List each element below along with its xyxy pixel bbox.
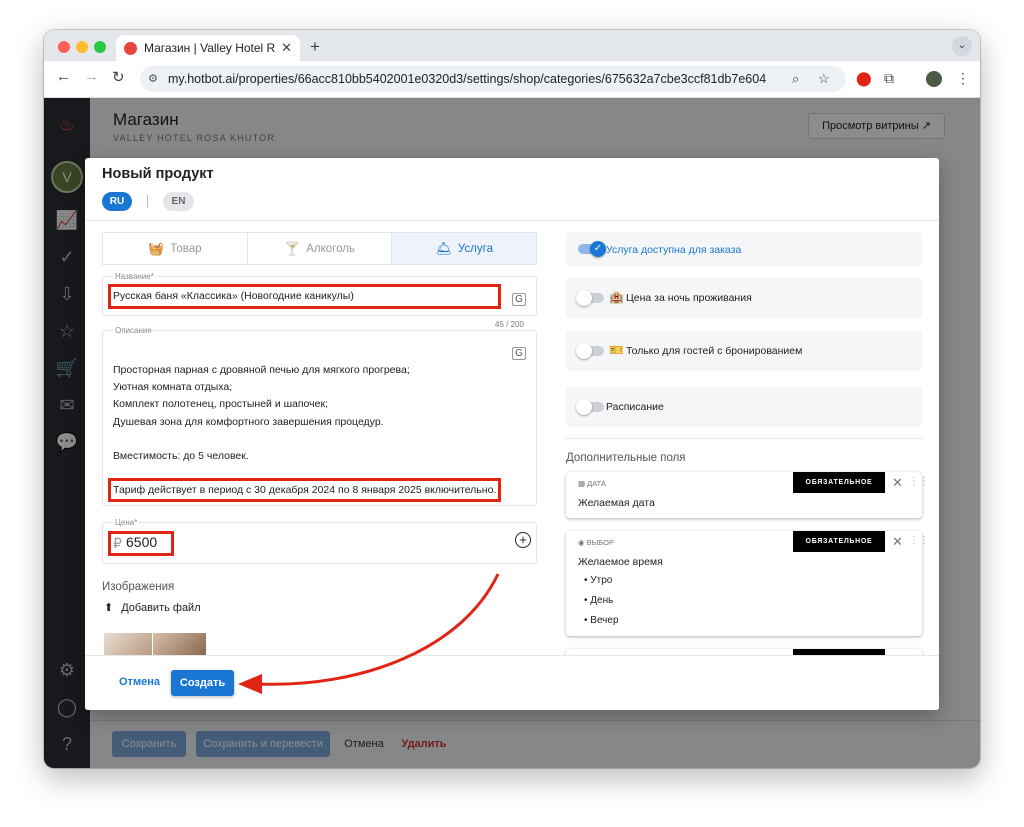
annotation-arrow	[238, 573, 500, 694]
